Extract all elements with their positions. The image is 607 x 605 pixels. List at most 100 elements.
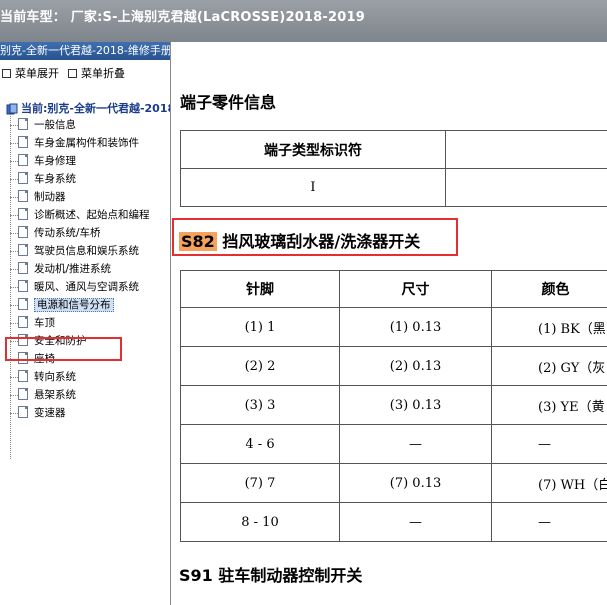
size-cell: — (339, 424, 492, 464)
tree-dash (10, 376, 18, 378)
sidebar-item[interactable]: 制动器 (10, 189, 170, 206)
terminal-value-empty (445, 168, 607, 207)
tree-dash (10, 196, 18, 198)
color-cell: — (491, 424, 607, 464)
sidebar-item-label: 车身金属构件和装饰件 (34, 137, 139, 149)
size-header: 尺寸 (339, 270, 492, 308)
tree-dash (10, 394, 18, 396)
terminal-header-cell: 端子类型标识符 (180, 130, 446, 169)
document-icon (18, 136, 28, 148)
s91-title: 驻车制动器控制开关 (218, 566, 363, 585)
pin-cell: (1) 1 (180, 307, 340, 347)
sidebar-item-label: 驾驶员信息和娱乐系统 (34, 245, 139, 257)
color-cell: (1) BK（黑 (491, 307, 607, 347)
sidebar-item[interactable]: 电源和信号分布 (10, 297, 170, 314)
document-icon (18, 208, 28, 220)
tree-dash (10, 286, 18, 288)
sidebar: 别克-全新一代君越-2018-维修手册 菜单展开 菜单折叠 当前:别克-全新一代… (0, 42, 171, 605)
terminal-value-cell: I (180, 168, 446, 207)
content-pane: 端子零件信息 端子类型标识符 I S82 挡风玻璃刮水器/洗涤器开关 针脚 尺寸… (172, 42, 607, 605)
terminal-header-empty (445, 130, 607, 169)
tree-dash (10, 160, 18, 162)
sidebar-item-label: 一般信息 (34, 119, 76, 131)
sidebar-item[interactable]: 转向系统 (10, 369, 170, 386)
table-row: (3) 3 (3) 0.13 (3) YE（黄 (180, 385, 607, 425)
document-icon (18, 118, 28, 130)
pin-cell: (7) 7 (180, 463, 340, 503)
size-cell: (1) 0.13 (339, 307, 492, 347)
tree-dash (10, 322, 18, 324)
sidebar-item-label: 电源和信号分布 (34, 298, 114, 312)
tree-dash (10, 124, 18, 126)
tree-dash (10, 268, 18, 270)
tree-dash (10, 232, 18, 234)
book-icon (6, 103, 18, 115)
s82-code: S82 (179, 232, 217, 251)
sidebar-item-label: 制动器 (34, 191, 66, 203)
sidebar-item[interactable]: 诊断概述、起始点和编程 (10, 207, 170, 224)
pin-cell: (3) 3 (180, 385, 340, 425)
sidebar-item-label: 转向系统 (34, 371, 76, 383)
size-cell: (7) 0.13 (339, 463, 492, 503)
book-title: 别克-全新一代君越-2018-维修手册 (0, 42, 170, 60)
title-bar: 当前车型： 厂家:S-上海别克君越(LaCROSSE)2018-2019 (0, 0, 607, 42)
tree-dash (10, 304, 18, 306)
sidebar-item[interactable]: 传动系统/车桥 (10, 225, 170, 242)
pin-table: 针脚 尺寸 颜色 (1) 1 (1) 0.13 (1) BK（黑 (2) 2 (2) 0… (180, 270, 607, 542)
size-cell: — (339, 502, 492, 542)
document-icon (18, 316, 28, 328)
collapse-icon (68, 68, 77, 78)
tree-dash (10, 214, 18, 216)
sidebar-item[interactable]: 发动机/推进系统 (10, 261, 170, 278)
sidebar-item-label: 车身修理 (34, 155, 76, 167)
color-cell: (7) WH（白 (491, 463, 607, 503)
expand-menu-button[interactable]: 菜单展开 (2, 65, 59, 81)
s91-code: S91 (179, 566, 213, 585)
document-icon (18, 298, 28, 310)
document-icon (18, 172, 28, 184)
document-icon (18, 226, 28, 238)
color-cell: — (491, 502, 607, 542)
color-cell: (3) YE（黄 (491, 385, 607, 425)
collapse-menu-button[interactable]: 菜单折叠 (68, 65, 125, 81)
sidebar-item[interactable]: 车顶 (10, 315, 170, 332)
sidebar-item-label: 车身系统 (34, 173, 76, 185)
sidebar-item-label: 悬架系统 (34, 389, 76, 401)
tree-dash (10, 178, 18, 180)
sidebar-item[interactable]: 车身系统 (10, 171, 170, 188)
document-icon (18, 406, 28, 418)
sidebar-item[interactable]: 驾驶员信息和娱乐系统 (10, 243, 170, 260)
terminal-heading: 端子零件信息 (180, 93, 277, 112)
document-icon (18, 280, 28, 292)
sidebar-item[interactable]: 一般信息 (10, 117, 170, 134)
tree-dash (10, 250, 18, 252)
table-row: (1) 1 (1) 0.13 (1) BK（黑 (180, 307, 607, 347)
expand-icon (2, 68, 11, 78)
pin-cell: (2) 2 (180, 346, 340, 386)
sidebar-item[interactable]: 变速器 (10, 405, 170, 422)
size-cell: (3) 0.13 (339, 385, 492, 425)
highlight-box (5, 337, 122, 361)
sidebar-item-label: 诊断概述、起始点和编程 (34, 209, 150, 221)
tree-root[interactable]: 当前:别克-全新一代君越-2018 (6, 100, 170, 116)
sidebar-item-label: 传动系统/车桥 (34, 227, 101, 239)
sidebar-item-label: 车顶 (34, 317, 55, 329)
document-icon (18, 388, 28, 400)
sidebar-item-label: 变速器 (34, 407, 66, 419)
document-icon (18, 154, 28, 166)
table-row: 4 - 6— — (180, 424, 607, 464)
sidebar-item[interactable]: 车身金属构件和装饰件 (10, 135, 170, 152)
sidebar-item[interactable]: 悬架系统 (10, 387, 170, 404)
tree-dash (10, 142, 18, 144)
sidebar-item[interactable]: 暖风、通风与空调系统 (10, 279, 170, 296)
sidebar-item[interactable]: 车身修理 (10, 153, 170, 170)
document-icon (18, 190, 28, 202)
terminal-table: 端子类型标识符 I (180, 130, 607, 207)
color-cell: (2) GY（灰 (491, 346, 607, 386)
color-header: 颜色 (491, 270, 607, 308)
sidebar-item-label: 暖风、通风与空调系统 (34, 281, 139, 293)
pin-cell: 4 - 6 (180, 424, 340, 464)
document-icon (18, 262, 28, 274)
table-row: (2) 2 (2) 0.13 (2) GY（灰 (180, 346, 607, 386)
menu-toolbar: 菜单展开 菜单折叠 (0, 62, 170, 82)
